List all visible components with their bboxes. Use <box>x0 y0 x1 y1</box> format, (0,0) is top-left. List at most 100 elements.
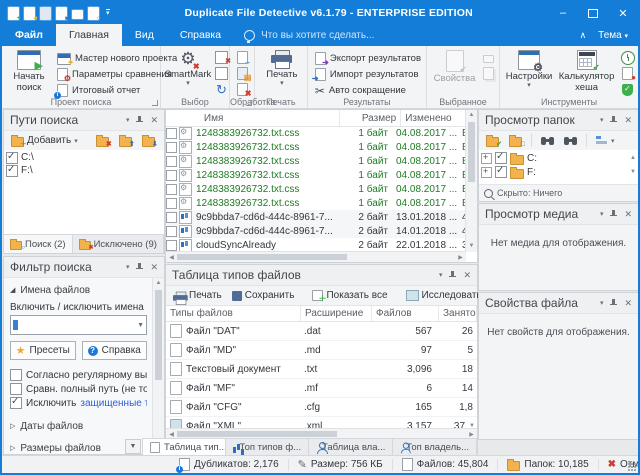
column-space[interactable]: Занято фай <box>439 306 477 321</box>
close-icon[interactable]: ✕ <box>624 209 632 220</box>
panel-menu-icon[interactable]: ▾ <box>126 116 130 124</box>
close-icon[interactable]: ✕ <box>463 270 471 281</box>
exclude-protected-checkbox-row[interactable]: Исключить защищенные типы фа <box>10 396 147 410</box>
report-button[interactable]: ● <box>619 66 636 81</box>
smartmark-button[interactable]: ⚙✖ SmartMark ▾ <box>165 49 211 88</box>
print-icon[interactable] <box>72 10 83 19</box>
scrollbar-thumb[interactable] <box>177 254 347 260</box>
table-row[interactable]: 1248383926732.txt.css1 байт04.08.2017 ..… <box>166 196 466 210</box>
row-checkbox[interactable] <box>166 128 177 139</box>
hash-calculator-button[interactable]: ✔ Калькулятор хеша <box>556 49 617 94</box>
project-dialog-launcher-icon[interactable] <box>152 100 158 106</box>
row-checkbox[interactable] <box>166 198 177 209</box>
scroll-up-icon[interactable]: ▲ <box>153 278 164 289</box>
panel-menu-icon[interactable]: ▾ <box>439 271 443 279</box>
table-row[interactable]: 9c9bbda7-cd6d-444c-8961-7...2 байт13.01.… <box>166 210 466 224</box>
row-checkbox[interactable] <box>166 184 177 195</box>
close-icon[interactable]: ✕ <box>624 298 632 309</box>
expand-icon[interactable] <box>481 167 492 178</box>
tab-home[interactable]: Главная <box>56 24 122 46</box>
fullpath-checkbox-row[interactable]: Сравн. полный путь (не только и <box>10 382 147 396</box>
show-all-button[interactable]: ＋ Показать все <box>309 289 390 302</box>
pin-icon[interactable] <box>610 210 617 219</box>
scroll-up-icon[interactable]: ▲ <box>630 155 636 161</box>
table-row[interactable]: 1248383926732.txt.css1 байт04.08.2017 ..… <box>166 154 466 168</box>
save-table-button[interactable]: Сохранить <box>229 289 298 302</box>
column-file-types[interactable]: Типы файлов <box>166 306 301 321</box>
minimize-button[interactable]: – <box>548 2 578 24</box>
new-project-icon[interactable]: + <box>8 7 19 20</box>
table-row[interactable]: Файл "CFG".cfg1651,8 <box>166 398 477 417</box>
tab-view[interactable]: Вид <box>122 24 167 46</box>
tab-help[interactable]: Справка <box>167 24 234 46</box>
folder-checkbox[interactable] <box>495 152 507 164</box>
check-all-folders-button[interactable]: ✔ <box>483 133 502 148</box>
table-row[interactable]: Текстовый документ.txt3,09618 <box>166 360 477 379</box>
start-search-button[interactable]: ▶ Начать поиск <box>6 49 52 94</box>
combo-dropdown-icon[interactable]: ▼ <box>137 322 144 329</box>
replace-files-button[interactable]: ▤ <box>234 66 251 81</box>
section-file-names[interactable]: ◢ Имена файлов <box>10 282 147 298</box>
preview-icon[interactable]: ○ <box>88 7 99 20</box>
table-row[interactable]: cloudSyncAlready2 байт22.01.2018 ...39A2… <box>166 238 466 252</box>
row-checkbox[interactable] <box>166 156 177 167</box>
remove-path-button[interactable]: ✖ <box>93 133 112 148</box>
row-checkbox[interactable] <box>166 240 177 251</box>
find-next-button[interactable] <box>538 134 557 147</box>
folder-checkbox[interactable] <box>495 166 507 178</box>
print-table-button[interactable]: Печать <box>170 289 225 302</box>
results-vertical-scrollbar[interactable]: ▲ ▼ <box>465 110 477 252</box>
table-row[interactable]: Файл "DAT".dat56726 <box>166 322 477 341</box>
schedule-button[interactable] <box>619 50 636 65</box>
protected-types-link[interactable]: защищенные типы фа <box>80 398 147 409</box>
explore-button[interactable]: Исследовать <box>403 289 485 302</box>
close-icon[interactable]: ✕ <box>150 262 158 273</box>
tab-search-paths[interactable]: ○ Поиск (2) <box>4 235 73 253</box>
move-files-button[interactable]: → <box>234 50 251 65</box>
protection-button[interactable] <box>619 82 636 97</box>
tab-owners-table[interactable]: Таблица вла... <box>309 439 393 456</box>
panel-menu-icon[interactable]: ▾ <box>126 263 130 271</box>
settings-button[interactable]: ⚙ Настройки ▾ <box>504 49 554 90</box>
exclude-protected-checkbox[interactable] <box>10 397 22 409</box>
scroll-left-icon[interactable]: ◀ <box>166 254 177 261</box>
panel-menu-icon[interactable]: ▾ <box>600 210 604 218</box>
tab-top-owners[interactable]: Топ владель... <box>393 439 477 456</box>
presets-button[interactable]: ★ Пресеты <box>10 341 76 360</box>
panel-menu-icon[interactable]: ▾ <box>600 116 604 124</box>
row-checkbox[interactable] <box>166 226 177 237</box>
clear-marks-button[interactable] <box>213 66 230 81</box>
column-extension[interactable]: Расширение <box>301 306 372 321</box>
scrollbar-thumb[interactable] <box>155 290 162 380</box>
delete-files-button[interactable]: ✖ <box>234 82 251 97</box>
export-icon[interactable]: ▸ <box>56 7 67 20</box>
print-button[interactable]: Печать ▾ <box>259 49 305 88</box>
auto-reduce-button[interactable]: ✂ Авто сокращение <box>312 83 424 98</box>
find-prev-button[interactable] <box>561 134 580 147</box>
table-row[interactable]: 1248383926732.txt.css1 байт04.08.2017 ..… <box>166 168 466 182</box>
export-results-button[interactable]: ➜ Экспорт результатов <box>312 51 424 66</box>
maximize-button[interactable] <box>578 2 608 24</box>
collapse-ribbon-icon[interactable]: ∧ <box>580 30 587 41</box>
scroll-down-icon[interactable]: ▼ <box>466 241 477 252</box>
unmark-all-button[interactable]: ✖ <box>213 50 230 65</box>
refresh-marks-button[interactable]: ↻ <box>213 82 230 97</box>
scroll-right-icon[interactable]: ▶ <box>455 254 466 261</box>
regex-checkbox-row[interactable]: Согласно регулярному выражени <box>10 368 147 382</box>
table-row[interactable]: 1248383926732.txt.css1 байт04.08.2017 ..… <box>166 182 466 196</box>
scrollbar-thumb[interactable] <box>177 431 337 437</box>
add-path-button[interactable]: ＋ Добавить ▾ <box>8 133 81 148</box>
path-checkbox[interactable] <box>6 165 18 177</box>
close-button[interactable]: ✕ <box>608 2 638 24</box>
list-item[interactable]: F:\ <box>6 164 162 177</box>
tab-top-types[interactable]: Топ типов ф... <box>226 439 310 456</box>
save-icon[interactable] <box>40 7 51 20</box>
column-name[interactable]: Имя <box>200 110 341 126</box>
close-icon[interactable]: ✕ <box>624 115 632 126</box>
tab-file[interactable]: Файл <box>2 24 56 46</box>
tree-item[interactable]: C: ▲ <box>481 151 636 165</box>
column-size[interactable]: Размер <box>340 110 401 126</box>
regex-checkbox[interactable] <box>10 369 22 381</box>
theme-dropdown[interactable]: Тема ▾ <box>598 30 628 41</box>
pin-icon[interactable] <box>610 299 617 308</box>
